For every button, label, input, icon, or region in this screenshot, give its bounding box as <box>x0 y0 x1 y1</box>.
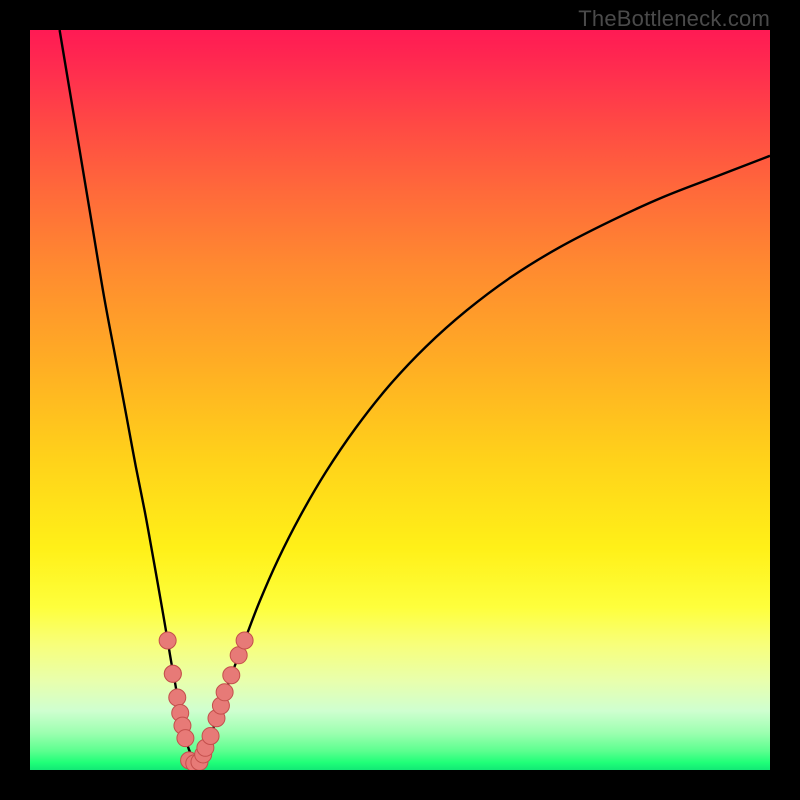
watermark-text: TheBottleneck.com <box>578 6 770 32</box>
curve-right-branch <box>197 156 771 764</box>
data-marker <box>177 730 194 747</box>
curve-left-branch <box>60 30 197 764</box>
plot-area <box>30 30 770 770</box>
data-marker <box>202 727 219 744</box>
data-marker <box>223 667 240 684</box>
data-marker <box>216 684 233 701</box>
data-marker <box>164 665 181 682</box>
chart-svg <box>30 30 770 770</box>
data-marker <box>236 632 253 649</box>
chart-frame: TheBottleneck.com <box>0 0 800 800</box>
data-marker <box>169 689 186 706</box>
data-marker <box>159 632 176 649</box>
data-markers <box>159 632 253 770</box>
